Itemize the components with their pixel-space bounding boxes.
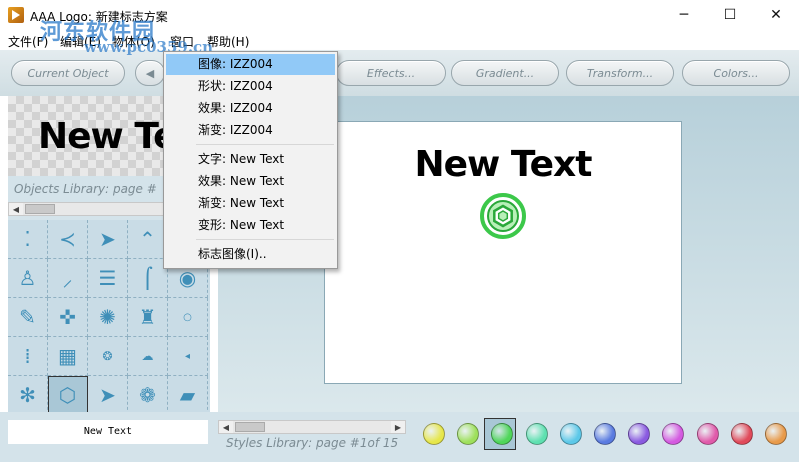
effects-button[interactable]: Effects...: [336, 60, 446, 86]
text-input[interactable]: New Text: [8, 420, 208, 444]
color-swatch[interactable]: [525, 423, 548, 445]
color-swatch[interactable]: [696, 423, 719, 445]
cloud-icon[interactable]: ☁: [128, 337, 168, 376]
menu-item-text-transform[interactable]: 变形: New Text: [166, 215, 335, 236]
color-swatch[interactable]: [457, 423, 480, 445]
bottom-bar: New Text ◀ ▶ Styles Library: page #1of 1…: [0, 412, 799, 462]
color-swatch[interactable]: [628, 423, 651, 445]
menu-separator: [196, 144, 334, 145]
menu-help[interactable]: 帮助(H): [207, 33, 249, 50]
curve-icon[interactable]: ⌠: [128, 259, 168, 298]
scroll-left-icon[interactable]: ◀: [219, 421, 233, 433]
arrow-right-icon[interactable]: ➤: [88, 376, 128, 415]
color-swatch[interactable]: [662, 423, 685, 445]
window-menu-dropdown: 图像: IZZ004 形状: IZZ004 效果: IZZ004 渐变: IZZ…: [163, 51, 338, 269]
menu-separator: [196, 239, 334, 240]
cross-pattern-icon[interactable]: ✜: [48, 298, 88, 337]
objects-scrollbar[interactable]: ◀: [8, 202, 168, 216]
minimize-button[interactable]: ─: [661, 0, 707, 30]
color-swatch[interactable]: [559, 423, 582, 445]
toolbar: Current Object ◀ Effects... Gradient... …: [0, 50, 799, 96]
gear-flower-icon[interactable]: ✺: [88, 298, 128, 337]
logo-canvas[interactable]: New Text: [324, 121, 682, 384]
color-swatch[interactable]: [730, 423, 753, 445]
scroll-left-icon[interactable]: ◀: [9, 203, 23, 215]
prev-object-button[interactable]: ◀: [135, 60, 165, 86]
close-button[interactable]: ✕: [753, 0, 799, 30]
human-figure-icon[interactable]: ♙: [8, 259, 48, 298]
menu-item-text[interactable]: 文字: New Text: [166, 149, 335, 170]
menu-item-text-effect[interactable]: 效果: New Text: [166, 171, 335, 192]
ribbon-icon[interactable]: ▰: [168, 376, 208, 415]
gradient-button[interactable]: Gradient...: [451, 60, 559, 86]
current-object-button[interactable]: Current Object: [11, 60, 125, 86]
hexagon-logo-icon[interactable]: [479, 192, 527, 240]
slash-icon[interactable]: ⸝: [48, 259, 88, 298]
menu-item-shape[interactable]: 形状: IZZ004: [166, 76, 335, 97]
figure-icon[interactable]: ♜: [128, 298, 168, 337]
k-arrow-icon[interactable]: ≺: [48, 220, 88, 259]
color-swatch[interactable]: [765, 423, 787, 445]
scroll-thumb[interactable]: [25, 204, 55, 214]
styles-library-label: Styles Library: page #1of 15: [226, 436, 399, 450]
lines-icon[interactable]: ☰: [88, 259, 128, 298]
triangle-left-icon[interactable]: ◂: [168, 337, 208, 376]
checker-icon[interactable]: ▦: [48, 337, 88, 376]
maximize-button[interactable]: ☐: [707, 0, 753, 30]
scroll-thumb[interactable]: [235, 422, 265, 432]
circles-icon[interactable]: ❁: [128, 376, 168, 415]
pencil-icon[interactable]: ✎: [8, 298, 48, 337]
styles-scrollbar[interactable]: ◀ ▶: [218, 420, 406, 434]
menu-item-effect[interactable]: 效果: IZZ004: [166, 98, 335, 119]
dots-icon[interactable]: ⁚: [8, 220, 48, 259]
transform-button[interactable]: Transform...: [566, 60, 674, 86]
menu-item-text-gradient[interactable]: 渐变: New Text: [166, 193, 335, 214]
dot-grid-icon[interactable]: ⁞: [8, 337, 48, 376]
menu-item-image[interactable]: 图像: IZZ004: [166, 54, 335, 75]
color-swatch[interactable]: [594, 423, 616, 445]
app-icon: [8, 7, 24, 23]
colors-button[interactable]: Colors...: [682, 60, 790, 86]
hexagon-ring-icon[interactable]: ⬡: [48, 376, 88, 415]
pinwheel-icon[interactable]: ✻: [8, 376, 48, 415]
scroll-right-icon[interactable]: ▶: [391, 421, 405, 433]
color-swatch[interactable]: [423, 423, 445, 445]
chevron-shape-icon[interactable]: ⌃: [128, 220, 168, 259]
play-arrow-icon[interactable]: ➤: [88, 220, 128, 259]
menu-item-logo-image[interactable]: 标志图像(I)..: [166, 244, 335, 265]
menu-item-gradient[interactable]: 渐变: IZZ004: [166, 120, 335, 141]
swirl-icon[interactable]: ❂: [88, 337, 128, 376]
objects-library-label: Objects Library: page #: [14, 182, 157, 196]
small-dot-icon[interactable]: ○: [168, 298, 208, 337]
canvas-text[interactable]: New Text: [325, 144, 681, 185]
